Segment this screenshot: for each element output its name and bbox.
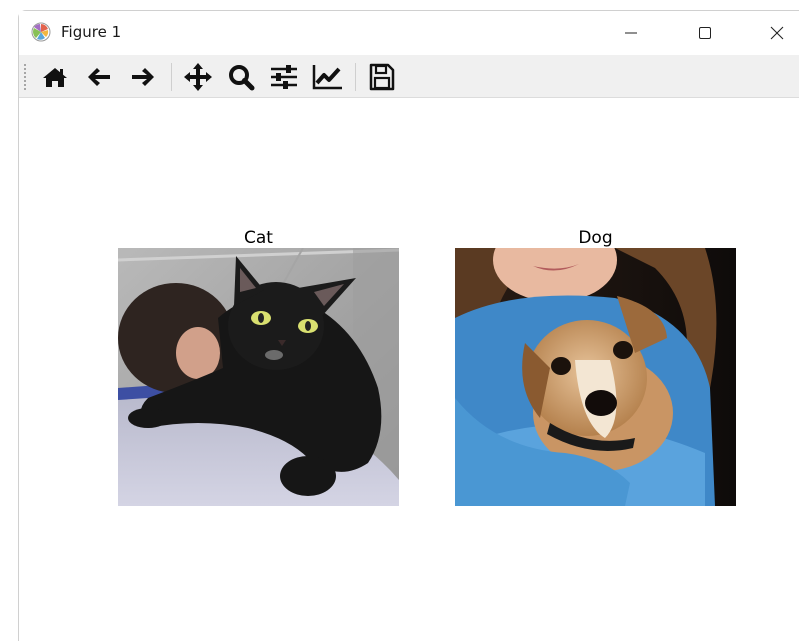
minimize-icon: [625, 32, 637, 34]
subplot-title-cat: Cat: [244, 228, 273, 248]
save-button[interactable]: [366, 61, 398, 93]
window-title: Figure 1: [61, 23, 122, 41]
subplot-title-dog: Dog: [578, 228, 613, 248]
close-button[interactable]: [747, 11, 799, 55]
close-icon: [770, 26, 784, 40]
toolbar-grip[interactable]: [23, 63, 27, 91]
save-floppy-icon: [369, 63, 395, 91]
edit-axis-icon: [312, 65, 342, 90]
toolbar-separator: [355, 63, 356, 91]
minimize-button[interactable]: [601, 11, 661, 55]
figure-canvas[interactable]: Cat Dog: [19, 99, 799, 642]
navigation-toolbar: [19, 55, 799, 98]
zoom-button[interactable]: [225, 61, 257, 93]
configure-subplots-icon: [271, 65, 297, 89]
figure-window: Figure 1 Cat Dog: [18, 10, 799, 642]
edit-axis-button[interactable]: [312, 61, 344, 93]
home-icon: [43, 68, 67, 87]
title-bar[interactable]: Figure 1: [19, 11, 799, 55]
matplotlib-logo-icon: [31, 22, 51, 42]
pan-button[interactable]: [182, 61, 214, 93]
toolbar-separator: [171, 63, 172, 91]
forward-arrow-icon: [132, 68, 154, 86]
forward-button[interactable]: [127, 61, 159, 93]
maximize-icon: [699, 27, 711, 39]
cat-image: [118, 248, 399, 506]
pan-move-icon: [184, 63, 212, 91]
back-button[interactable]: [83, 61, 115, 93]
home-button[interactable]: [39, 61, 71, 93]
dog-image: [455, 248, 736, 506]
maximize-button[interactable]: [675, 11, 735, 55]
configure-subplots-button[interactable]: [268, 61, 300, 93]
back-arrow-icon: [88, 68, 110, 86]
zoom-magnifier-icon: [229, 65, 255, 91]
